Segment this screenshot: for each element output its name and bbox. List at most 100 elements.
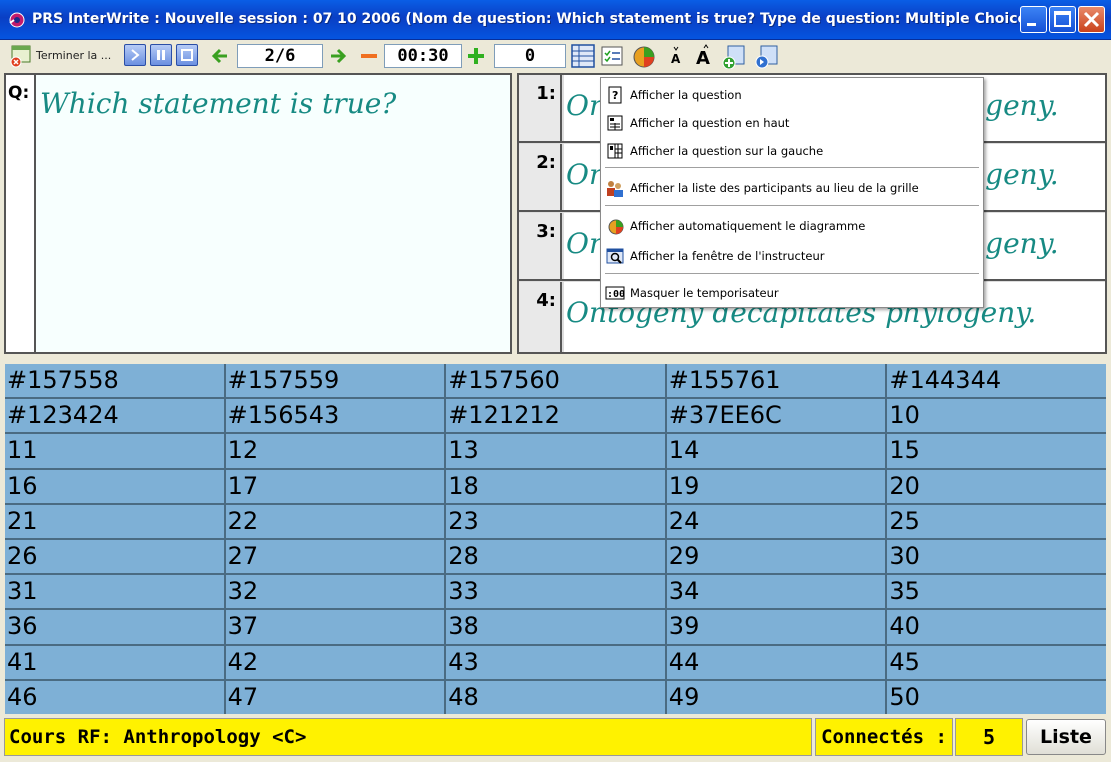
participant-cell[interactable]: #144344 [887,364,1106,398]
menu-item-auto-diagram[interactable]: Afficher automatiquement le diagramme [603,214,981,238]
instructor-window-icon [606,248,624,264]
timer-display: 00:30 [384,44,462,68]
answer-number: 1: [519,75,562,141]
participant-cell[interactable]: 18 [446,469,665,503]
stop-button[interactable] [176,44,198,66]
sound-document-icon[interactable] [752,43,780,69]
layout-top-icon [607,115,623,131]
participant-cell[interactable]: #123424 [5,399,224,433]
timer-icon: :00 [605,286,625,300]
participant-cell[interactable]: #157558 [5,364,224,398]
participant-cell[interactable]: 46 [5,680,224,714]
participant-cell[interactable]: 31 [5,575,224,609]
participant-cell[interactable]: 29 [666,540,886,574]
participant-cell[interactable]: 11 [5,434,224,468]
participant-cell[interactable]: 13 [446,434,665,468]
menu-item-hide-timer[interactable]: :00 Masquer le temporisateur [603,281,981,305]
participant-cell[interactable]: 22 [225,504,445,538]
participant-cell[interactable]: 14 [666,434,886,468]
participant-cell[interactable]: 26 [5,540,224,574]
previous-question-arrow-icon[interactable] [209,43,233,69]
minimize-button[interactable] [1020,6,1047,33]
participant-cell[interactable]: 41 [5,645,224,679]
participant-cell[interactable]: 49 [666,680,886,714]
question-label: Q: [8,83,30,103]
participant-cell[interactable]: 15 [887,434,1106,468]
end-session-label[interactable]: Terminer la ... [36,49,111,62]
participant-cell[interactable]: 27 [225,540,445,574]
menu-separator [605,205,979,206]
participant-cell[interactable]: 23 [446,504,665,538]
answer-number: 2: [519,144,562,210]
participant-cell[interactable]: #157559 [225,364,445,398]
end-session-icon[interactable] [8,43,34,69]
menu-item-label: Afficher la question [630,88,742,102]
increase-font-icon[interactable]: A [692,43,716,69]
participant-cell[interactable]: 34 [666,575,886,609]
participant-cell[interactable]: 24 [666,504,886,538]
participant-cell[interactable]: 19 [666,469,886,503]
participant-cell[interactable]: 38 [446,610,665,644]
participant-cell[interactable]: 33 [446,575,665,609]
connected-count: 5 [955,718,1023,756]
next-button[interactable] [124,44,146,66]
participant-cell[interactable]: 48 [446,680,665,714]
participant-cell[interactable]: #156543 [225,399,445,433]
play-icon [131,49,140,61]
next-question-arrow-icon[interactable] [326,43,350,69]
participant-cell[interactable]: 50 [887,680,1106,714]
participant-cell[interactable]: 32 [225,575,445,609]
participant-cell[interactable]: 25 [887,504,1106,538]
participant-cell[interactable]: 21 [5,504,224,538]
menu-item-show-question[interactable]: ? Afficher la question [603,83,981,107]
participant-cell[interactable]: #37EE6C [666,399,886,433]
list-button[interactable]: Liste [1026,719,1106,755]
participant-cell[interactable]: 17 [225,469,445,503]
increase-time-plus-icon[interactable] [465,43,487,69]
participant-cell[interactable]: 36 [5,610,224,644]
close-button[interactable] [1078,6,1105,33]
pie-chart-icon[interactable] [630,43,658,69]
pie-chart-icon [608,219,624,235]
pause-icon [157,50,165,60]
participant-cell[interactable]: #157560 [446,364,665,398]
view-options-menu: ? Afficher la question Afficher la quest… [600,77,984,308]
participant-cell[interactable]: 45 [887,645,1106,679]
participant-cell[interactable]: 42 [225,645,445,679]
participant-cell[interactable]: 37 [225,610,445,644]
course-label: Cours RF: Anthropology <C> [4,718,812,756]
participant-cell[interactable]: 40 [887,610,1106,644]
menu-item-question-left[interactable]: Afficher la question sur la gauche [603,139,981,163]
add-document-icon[interactable] [720,43,748,69]
pause-button[interactable] [150,44,172,66]
decrease-font-icon[interactable]: A [664,43,686,69]
response-count: 0 [494,44,566,68]
participant-cell[interactable]: 43 [446,645,665,679]
participant-cell[interactable]: 44 [666,645,886,679]
menu-item-participant-list[interactable]: Afficher la liste des participants au li… [603,176,981,200]
question-panel: Q: Which statement is true? [4,73,512,354]
participant-cell[interactable]: 16 [5,469,224,503]
participant-cell[interactable]: 39 [666,610,886,644]
participant-cell[interactable]: #155761 [666,364,886,398]
participant-cell[interactable]: 20 [887,469,1106,503]
answer-number: 4: [519,282,562,352]
menu-item-question-top[interactable]: Afficher la question en haut [603,111,981,135]
participant-cell[interactable]: 28 [446,540,665,574]
decrease-time-minus-icon[interactable] [358,43,380,69]
participant-cell[interactable]: 12 [225,434,445,468]
question-counter: 2/6 [237,44,323,68]
participant-cell[interactable]: #121212 [446,399,665,433]
svg-text:A: A [671,52,681,66]
maximize-button[interactable] [1049,6,1076,33]
participant-cell[interactable]: 47 [225,680,445,714]
answer-list-icon[interactable] [599,43,627,69]
participant-cell[interactable]: 10 [887,399,1106,433]
menu-item-label: Afficher automatiquement le diagramme [630,219,866,233]
participant-cell[interactable]: 30 [887,540,1106,574]
grid-view-icon[interactable] [570,43,596,69]
menu-item-instructor-window[interactable]: Afficher la fenêtre de l'instructeur [603,244,981,268]
menu-item-label: Afficher la fenêtre de l'instructeur [630,249,825,263]
layout-left-icon [607,143,623,159]
participant-cell[interactable]: 35 [887,575,1106,609]
